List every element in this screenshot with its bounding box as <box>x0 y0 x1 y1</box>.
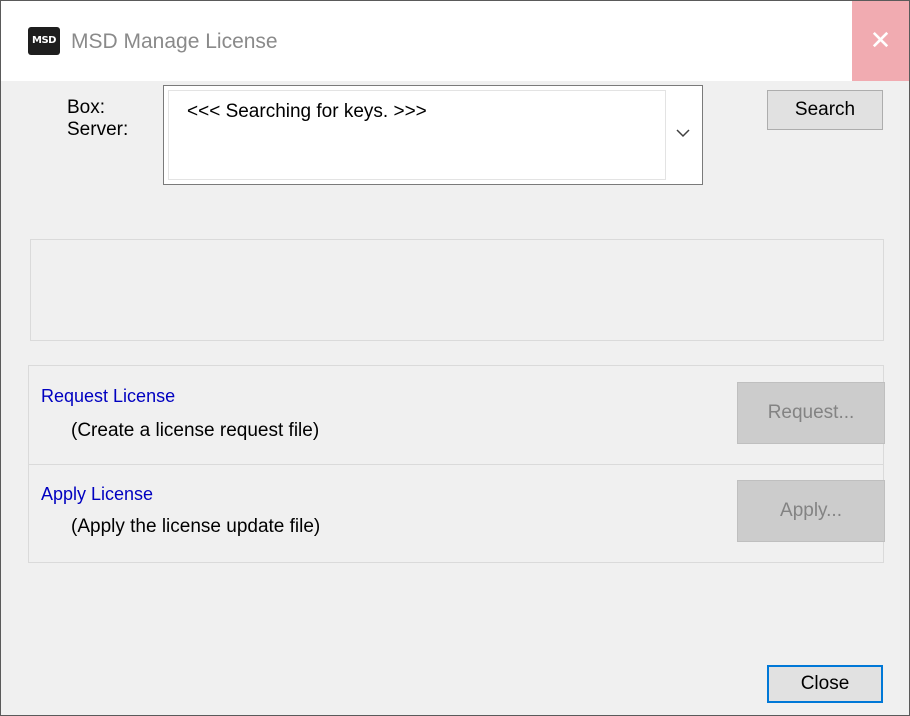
request-license-description: (Create a license request file) <box>71 420 320 441</box>
close-button[interactable]: Close <box>767 665 883 703</box>
server-combobox-value: <<< Searching for keys. >>> <box>187 101 427 122</box>
server-combobox[interactable]: <<< Searching for keys. >>> <box>163 85 703 185</box>
window-close-button[interactable]: ✕ <box>852 1 909 81</box>
manage-license-window: MSD MSD Manage License ✕ Box: Server: <<… <box>0 0 910 716</box>
status-panel <box>30 239 884 341</box>
apply-button[interactable]: Apply... <box>737 480 885 542</box>
title-bar[interactable]: MSD MSD Manage License ✕ <box>1 1 909 81</box>
box-label: Box: <box>67 97 106 118</box>
close-icon: ✕ <box>869 26 892 56</box>
server-label: Server: <box>67 119 129 140</box>
msd-logo-icon: MSD <box>28 27 60 55</box>
chevron-down-icon[interactable] <box>674 124 692 142</box>
search-button[interactable]: Search <box>767 90 883 130</box>
request-button[interactable]: Request... <box>737 382 885 444</box>
apply-license-description: (Apply the license update file) <box>71 516 321 537</box>
window-title: MSD Manage License <box>71 30 278 53</box>
apply-license-title: Apply License <box>41 484 154 504</box>
server-list[interactable]: <<< Searching for keys. >>> <box>168 90 666 180</box>
license-actions-group: Request License (Create a license reques… <box>28 365 885 563</box>
request-license-title: Request License <box>41 386 176 406</box>
section-divider <box>29 464 883 465</box>
